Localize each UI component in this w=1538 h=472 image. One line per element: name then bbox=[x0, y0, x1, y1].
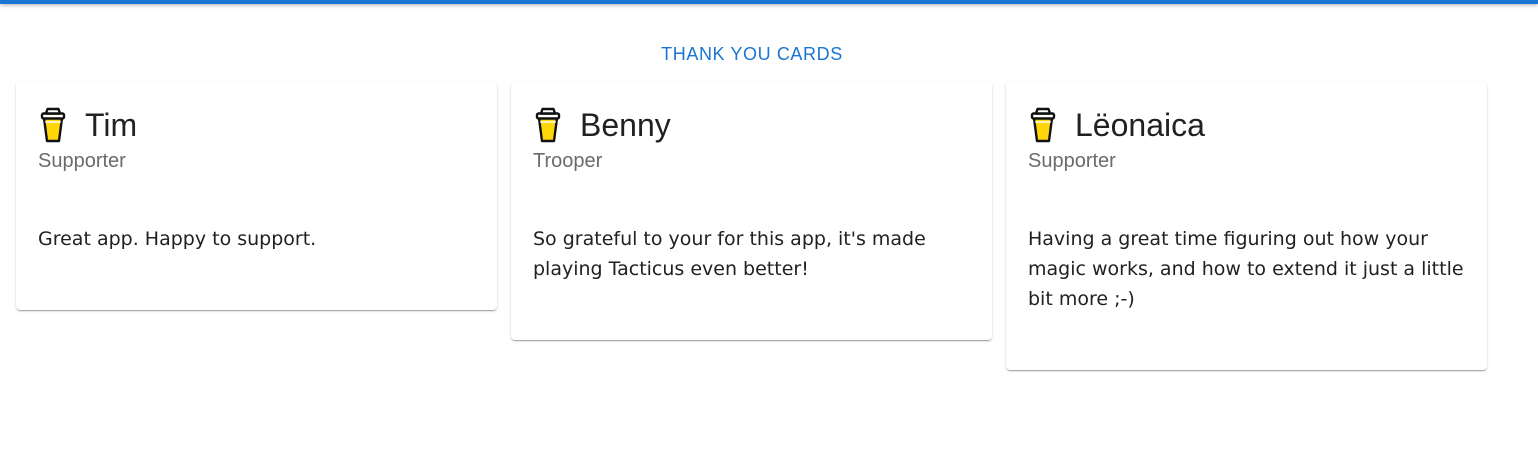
card-header: Benny bbox=[533, 106, 970, 144]
card-role: Supporter bbox=[1028, 150, 1116, 172]
coffee-cup-icon bbox=[1028, 107, 1058, 143]
card-role: Supporter bbox=[38, 150, 126, 172]
card-header: Tim bbox=[38, 106, 475, 144]
section-title: THANK YOU CARDS bbox=[661, 44, 843, 64]
card-name: Benny bbox=[580, 107, 671, 143]
card-role: Trooper bbox=[533, 150, 603, 172]
coffee-cup-icon bbox=[533, 107, 563, 143]
thank-you-card: Lëonaica Supporter Having a great time f… bbox=[1006, 82, 1487, 370]
thank-you-cards-list: Tim Supporter Great app. Happy to suppor… bbox=[16, 82, 1487, 370]
card-header: Lëonaica bbox=[1028, 106, 1465, 144]
thank-you-card: Benny Trooper So grateful to your for th… bbox=[511, 82, 992, 340]
card-name: Tim bbox=[85, 107, 138, 143]
top-app-bar bbox=[0, 0, 1538, 4]
thank-you-card: Tim Supporter Great app. Happy to suppor… bbox=[16, 82, 497, 310]
coffee-cup-icon bbox=[38, 107, 68, 143]
card-message: Great app. Happy to support. bbox=[38, 228, 317, 250]
card-message: So grateful to your for this app, it's m… bbox=[533, 228, 926, 280]
card-name: Lëonaica bbox=[1075, 107, 1205, 143]
card-message: Having a great time figuring out how you… bbox=[1028, 228, 1464, 310]
